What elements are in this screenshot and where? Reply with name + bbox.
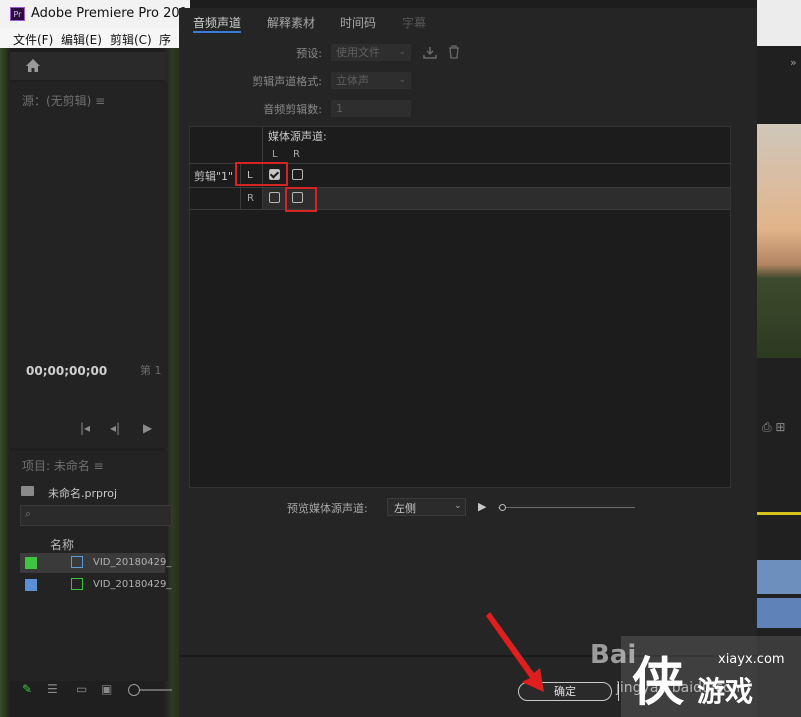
media-source-channel-header: 媒体源声道: xyxy=(268,130,327,143)
list-item[interactable]: VID_20180429_ xyxy=(20,553,171,573)
search-icon: ⌕ xyxy=(25,507,32,520)
audio-clip-count-field[interactable]: 1 xyxy=(331,100,411,117)
premiere-logo-icon: Pr xyxy=(10,7,25,21)
column-header-name[interactable]: 名称 xyxy=(50,536,74,553)
zoom-slider-handle[interactable] xyxy=(128,684,140,696)
home-bar xyxy=(10,52,166,80)
menu-bar: 文件(F) 编辑(E) 剪辑(C) 序 xyxy=(0,28,190,48)
window-title: Adobe Premiere Pro 201 xyxy=(31,6,188,21)
highlight-box xyxy=(285,187,317,212)
watermark-site-logo-icon: 侠 xyxy=(632,653,685,713)
mark-in-icon[interactable]: |◂ xyxy=(80,421,90,435)
home-icon[interactable] xyxy=(25,58,41,73)
timeline-work-area-bar xyxy=(757,512,801,515)
menu-edit[interactable]: 编辑(E) xyxy=(61,31,102,48)
program-monitor-image xyxy=(757,124,801,358)
source-channel-R-header: R xyxy=(293,149,300,160)
zoom-fit-dropdown[interactable]: 第 1 xyxy=(140,362,162,378)
clip-name: VID_20180429_ xyxy=(93,557,172,568)
project-file-name: 未命名.prproj xyxy=(48,487,118,500)
timecode-display[interactable]: 00;00;00;00 xyxy=(26,364,107,378)
export-frame-icon[interactable]: ⎙ ⊞ xyxy=(762,420,785,435)
source-monitor-panel xyxy=(10,82,168,448)
preview-scrubber-handle[interactable] xyxy=(499,504,506,511)
clip-name: VID_20180429_ xyxy=(93,579,172,590)
preview-scrubber[interactable] xyxy=(498,507,635,508)
audio-clip-count-value: 1 xyxy=(336,102,343,115)
tab-audio-channels[interactable]: 音频声道 xyxy=(193,14,241,31)
channel-format-value: 立体声 xyxy=(336,74,369,87)
project-search-input[interactable] xyxy=(20,505,172,526)
audio-clip-count-label: 音频剪辑数: xyxy=(263,103,322,116)
timeline-clip[interactable] xyxy=(757,598,801,628)
active-tab-indicator xyxy=(193,31,241,33)
clip-channel-format-label: 剪辑声道格式: xyxy=(252,75,322,88)
tab-captions[interactable]: 字幕 xyxy=(402,14,426,31)
chevron-down-icon: ⌄ xyxy=(398,75,406,85)
menu-sequence[interactable]: 序 xyxy=(159,31,171,48)
table-row xyxy=(263,188,730,210)
watermark-site-text: xiayx.com xyxy=(718,652,785,667)
chevron-down-icon: ⌄ xyxy=(398,47,406,57)
tab-timecode[interactable]: 时间码 xyxy=(340,14,376,31)
highlight-box xyxy=(235,162,288,186)
timeline-clip[interactable] xyxy=(757,560,801,594)
checkbox-R-to-L[interactable] xyxy=(269,192,280,203)
source-panel-title[interactable]: 源：(无剪辑) ≡ xyxy=(22,92,105,109)
tab-interpret-footage[interactable]: 解释素材 xyxy=(267,14,315,31)
chevron-down-icon: ⌄ xyxy=(454,501,462,511)
preview-channel-value: 左侧 xyxy=(394,502,416,515)
annotation-arrow-icon xyxy=(486,612,544,692)
save-preset-icon[interactable] xyxy=(423,46,437,59)
project-panel-title[interactable]: 项目: 未命名 ≡ xyxy=(22,457,104,474)
clip-channel-R-label: R xyxy=(247,193,254,204)
watermark-baidu-logo: Bai xyxy=(590,640,636,670)
background-right-top xyxy=(757,0,801,46)
preset-dropdown[interactable]: 使用文件 ⌄ xyxy=(331,44,411,61)
channel-format-dropdown[interactable]: 立体声 ⌄ xyxy=(331,72,411,89)
preview-source-channel-label: 预览媒体源声道: xyxy=(287,502,368,515)
audio-clip-icon xyxy=(71,556,83,568)
panel-menu-icon[interactable]: » xyxy=(790,56,797,69)
play-icon[interactable]: ▶ xyxy=(478,500,486,513)
step-back-icon[interactable]: ◂| xyxy=(110,421,120,435)
checkbox-L-to-R[interactable] xyxy=(292,169,303,180)
freeform-view-icon[interactable]: ▣ xyxy=(101,682,112,696)
menu-file[interactable]: 文件(F) xyxy=(13,31,53,48)
label-color-swatch xyxy=(25,557,37,569)
icon-view-icon[interactable]: ▭ xyxy=(76,682,87,696)
title-bar: Pr Adobe Premiere Pro 201 xyxy=(0,0,190,28)
table-divider xyxy=(190,187,730,188)
list-item[interactable]: VID_20180429_ xyxy=(20,575,171,595)
watermark-game-text: 游戏 xyxy=(697,675,754,708)
list-view-icon[interactable]: ☰ xyxy=(47,682,58,696)
clip-track-label: 剪辑"1" xyxy=(194,170,234,183)
preset-value: 使用文件 xyxy=(336,46,380,59)
watermark-baidu-text: Bai xyxy=(590,640,637,670)
source-channel-L-header: L xyxy=(272,149,278,160)
folder-icon xyxy=(21,486,34,496)
delete-preset-icon[interactable] xyxy=(448,45,460,59)
video-clip-icon xyxy=(71,578,83,590)
menu-clip[interactable]: 剪辑(C) xyxy=(110,31,152,48)
table-divider xyxy=(190,209,730,210)
preset-label: 预设: xyxy=(296,47,322,60)
play-icon[interactable]: ▶ xyxy=(143,421,152,435)
lock-icon[interactable]: ✎ xyxy=(22,682,32,696)
label-color-swatch xyxy=(25,579,37,591)
